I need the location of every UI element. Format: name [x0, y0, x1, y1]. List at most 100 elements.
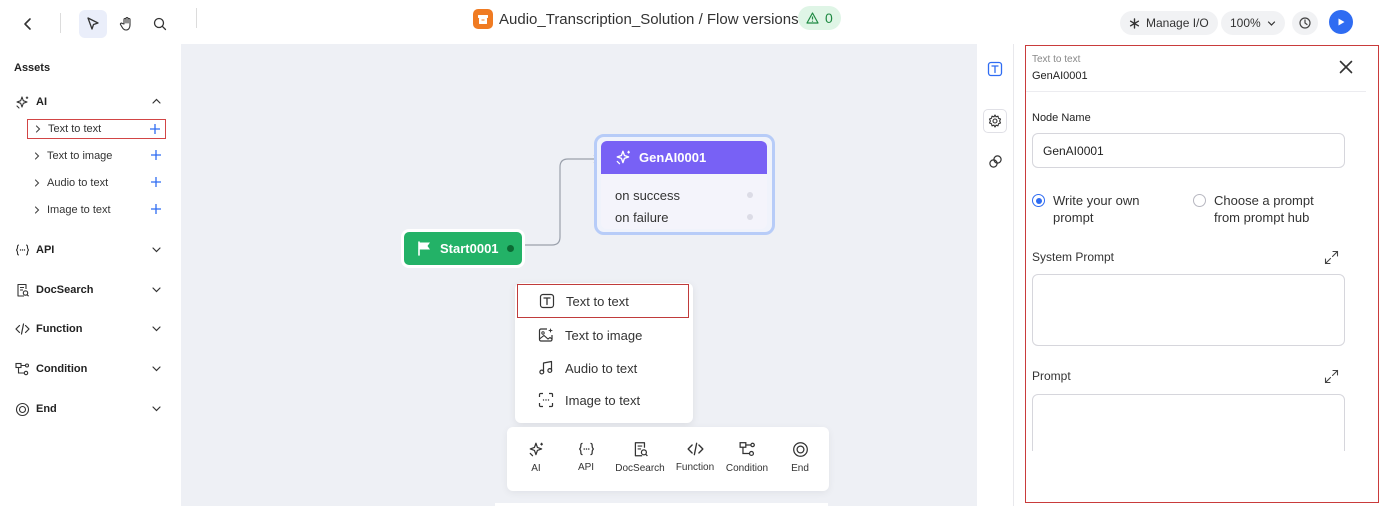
toolbar-condition-button[interactable]: Condition [722, 441, 772, 474]
asset-item-image-to-text[interactable]: Image to text [27, 200, 166, 220]
history-icon [1298, 16, 1312, 30]
asset-item-label: Text to text [48, 123, 102, 135]
plus-icon[interactable] [150, 149, 162, 161]
start-node[interactable]: Start0001 [401, 229, 525, 268]
menu-item-label: Audio to text [565, 360, 638, 376]
end-circle-icon [792, 441, 809, 458]
history-button[interactable] [1292, 11, 1318, 35]
end-circle-icon [14, 401, 30, 417]
plus-icon[interactable] [150, 203, 162, 215]
node-name-label: Node Name [1032, 112, 1091, 124]
pan-tool-button[interactable] [113, 10, 141, 38]
node-properties-panel: Text to text GenAI0001 Node Name Write y… [1025, 45, 1379, 503]
manage-io-button[interactable]: Manage I/O [1120, 11, 1218, 35]
code-icon [14, 321, 30, 337]
rail-text-node-button[interactable] [983, 57, 1007, 81]
outlet-label: on failure [615, 209, 669, 225]
toolbar-label: DocSearch [615, 463, 665, 474]
outlet-label: on success [615, 187, 681, 203]
chevron-up-icon[interactable] [151, 96, 162, 107]
warning-icon [806, 12, 819, 24]
run-button[interactable] [1329, 10, 1353, 34]
radio-button[interactable] [1193, 194, 1206, 207]
outlet-on-failure[interactable]: on failure [615, 207, 763, 227]
toolbar-docsearch-button[interactable]: DocSearch [615, 441, 665, 474]
category-docsearch[interactable]: DocSearch [14, 280, 166, 300]
radio-button-checked[interactable] [1032, 194, 1045, 207]
chevron-right-icon [33, 206, 45, 214]
outlet-port[interactable] [747, 192, 753, 198]
toolbar-end-button[interactable]: End [775, 441, 825, 474]
category-ai[interactable]: AI [14, 92, 166, 112]
asset-item-label: Audio to text [47, 177, 109, 189]
category-condition[interactable]: Condition [14, 359, 166, 379]
expand-icon[interactable] [1324, 369, 1339, 384]
toolbar-label: Condition [725, 463, 769, 474]
genai-node-header[interactable]: GenAI0001 [601, 141, 767, 174]
toolbar-ai-button[interactable]: AI [511, 441, 561, 474]
branch-icon [14, 361, 30, 377]
chevron-down-icon[interactable] [151, 403, 162, 414]
menu-item-audio-to-text[interactable]: Audio to text [517, 352, 689, 384]
toolbar-function-button[interactable]: Function [670, 441, 720, 473]
chevron-right-icon [33, 152, 45, 160]
outlet-port[interactable] [747, 214, 753, 220]
warning-badge[interactable]: 0 [798, 6, 841, 30]
archive-icon [473, 9, 493, 29]
output-port[interactable] [507, 245, 514, 252]
radio-choose-prompt-hub[interactable]: Choose a prompt from prompt hub [1193, 192, 1314, 226]
menu-item-text-to-image[interactable]: Text to image [517, 319, 689, 351]
genai-node-title: GenAI0001 [639, 150, 707, 165]
back-button[interactable] [14, 10, 42, 38]
sparkle-icon [528, 441, 545, 458]
text-box-icon [539, 293, 555, 309]
radio-write-own-prompt[interactable]: Write your own prompt [1032, 192, 1139, 226]
expand-icon[interactable] [1324, 250, 1339, 265]
system-prompt-textarea[interactable] [1032, 274, 1345, 346]
search-button[interactable] [146, 10, 174, 38]
plus-icon[interactable] [149, 123, 161, 135]
select-tool-button[interactable] [79, 10, 107, 38]
asset-item-audio-to-text[interactable]: Audio to text [27, 173, 166, 193]
category-function[interactable]: Function [14, 319, 166, 339]
menu-item-text-to-text[interactable]: Text to text [517, 284, 689, 318]
radio-label: Choose a prompt from prompt hub [1214, 193, 1314, 225]
asset-item-text-to-text[interactable]: Text to text [27, 119, 166, 139]
genai-node[interactable]: GenAI0001 on success on failure [594, 134, 775, 235]
add-node-menu: Text to text Text to image Audio to text… [515, 283, 693, 423]
hand-icon [119, 16, 135, 32]
chevron-down-icon[interactable] [151, 244, 162, 255]
sparkle-icon [615, 149, 632, 166]
sparkle-icon [14, 94, 30, 110]
system-prompt-label: System Prompt [1032, 250, 1115, 264]
menu-item-label: Image to text [565, 392, 641, 408]
braces-icon [578, 441, 595, 457]
node-name-input[interactable] [1032, 133, 1345, 168]
category-label: AI [36, 96, 47, 108]
flow-title[interactable]: Audio_Transcription_Solution / Flow vers… [473, 8, 823, 30]
start-node-title: Start0001 [440, 241, 499, 256]
pointer-icon [85, 16, 101, 32]
outlet-on-success[interactable]: on success [615, 185, 763, 205]
close-panel-button[interactable] [1338, 59, 1354, 75]
chevron-down-icon [1267, 19, 1276, 28]
rail-link-button[interactable] [983, 149, 1007, 173]
chevron-down-icon[interactable] [151, 284, 162, 295]
asset-item-text-to-image[interactable]: Text to image [27, 146, 166, 166]
panel-node-type: Text to text [1032, 54, 1081, 65]
chevron-right-icon [33, 179, 45, 187]
code-icon [686, 441, 704, 457]
plus-icon[interactable] [150, 176, 162, 188]
zoom-select[interactable]: 100% [1221, 11, 1285, 35]
rail-settings-button[interactable] [983, 109, 1007, 133]
toolbar-api-button[interactable]: API [561, 441, 611, 473]
chevron-left-icon [21, 17, 35, 31]
category-api[interactable]: API [14, 240, 166, 260]
search-icon [152, 16, 168, 32]
chevron-down-icon[interactable] [151, 363, 162, 374]
menu-item-image-to-text[interactable]: Image to text [517, 384, 689, 416]
zoom-label: 100% [1230, 16, 1261, 30]
category-end[interactable]: End [14, 399, 166, 419]
chevron-down-icon[interactable] [151, 323, 162, 334]
category-label: DocSearch [36, 284, 94, 296]
